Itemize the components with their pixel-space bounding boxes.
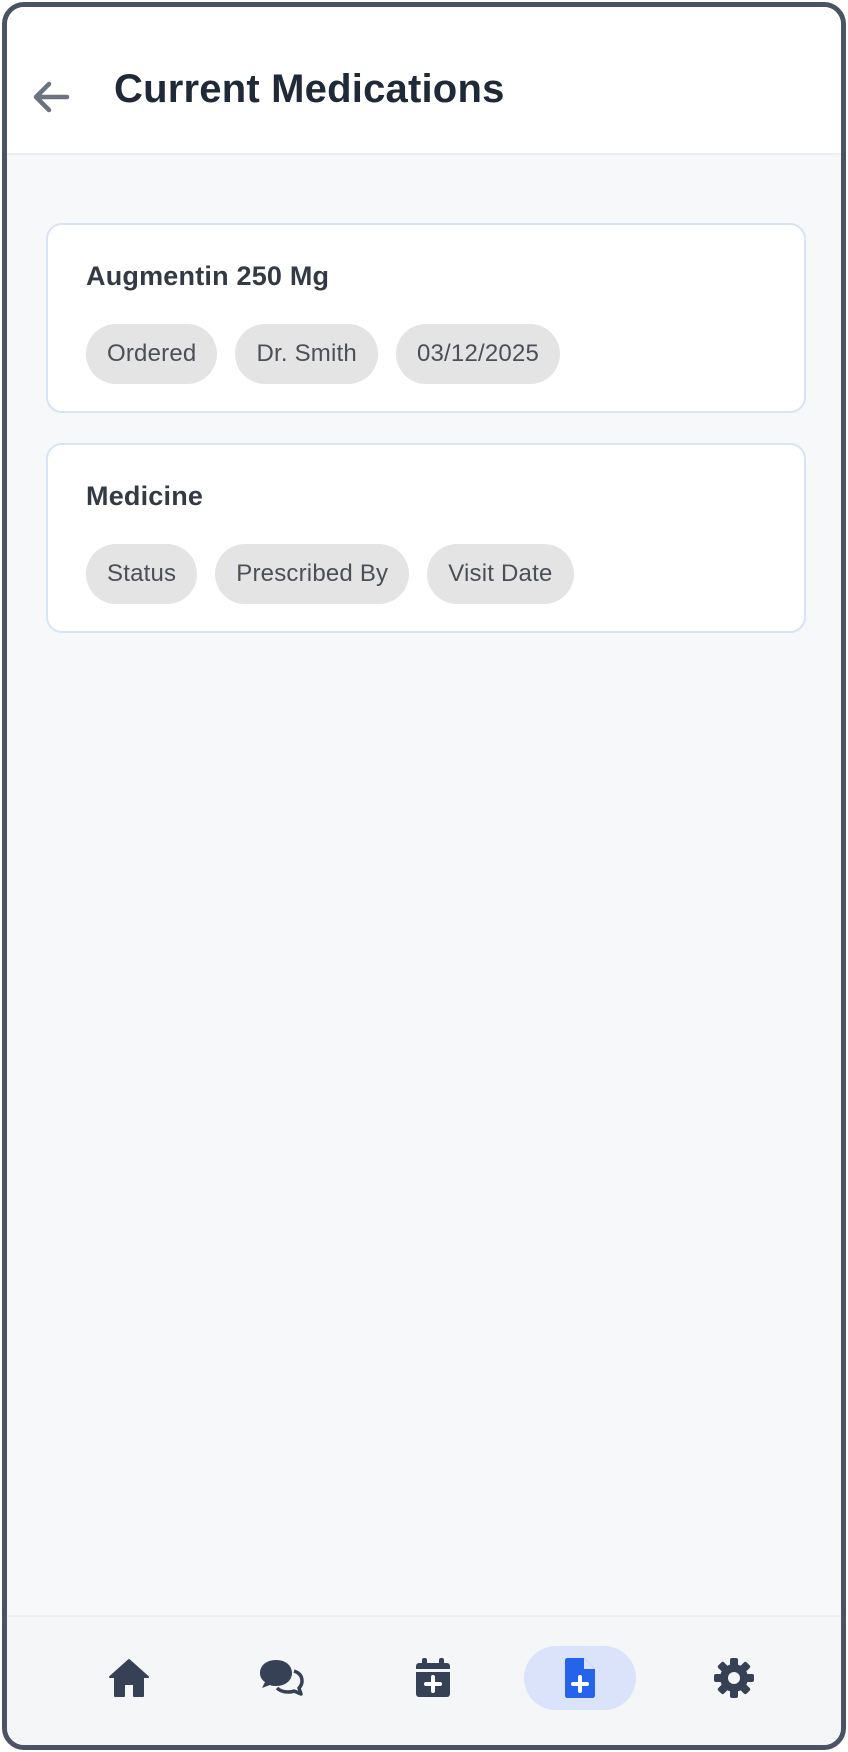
medical-file-icon (565, 1658, 595, 1698)
page-title: Current Medications (114, 67, 505, 111)
medication-list: Augmentin 250 Mg Ordered Dr. Smith 03/12… (7, 157, 841, 663)
visit-date-chip: Visit Date (427, 544, 574, 604)
prescriber-chip: Dr. Smith (235, 324, 378, 384)
medication-name: Augmentin 250 Mg (86, 261, 330, 291)
medication-details: Status Prescribed By Visit Date (86, 544, 766, 604)
calendar-plus-icon (416, 1658, 450, 1697)
chat-icon (260, 1660, 304, 1696)
gear-icon (714, 1658, 754, 1698)
medication-name: Medicine (86, 481, 204, 511)
medication-card[interactable]: Augmentin 250 Mg Ordered Dr. Smith 03/12… (46, 223, 806, 413)
nav-appointments[interactable] (377, 1646, 489, 1710)
prescriber-chip: Prescribed By (215, 544, 410, 604)
status-chip: Status (86, 544, 198, 604)
nav-home[interactable] (73, 1646, 185, 1710)
status-chip: Ordered (86, 324, 218, 384)
home-icon (109, 1659, 149, 1697)
back-button[interactable] (29, 77, 73, 117)
bottom-nav (7, 1615, 841, 1745)
nav-medications[interactable] (524, 1646, 636, 1710)
medication-card[interactable]: Medicine Status Prescribed By Visit Date (46, 443, 806, 633)
medication-details: Ordered Dr. Smith 03/12/2025 (86, 324, 766, 384)
nav-settings[interactable] (678, 1646, 790, 1710)
nav-messages[interactable] (225, 1646, 337, 1710)
visit-date-chip: 03/12/2025 (395, 324, 561, 384)
arrow-left-icon (33, 81, 70, 113)
device-frame: Current Medications Augmentin 250 Mg Ord… (2, 2, 846, 1750)
app-header: Current Medications (7, 7, 841, 155)
